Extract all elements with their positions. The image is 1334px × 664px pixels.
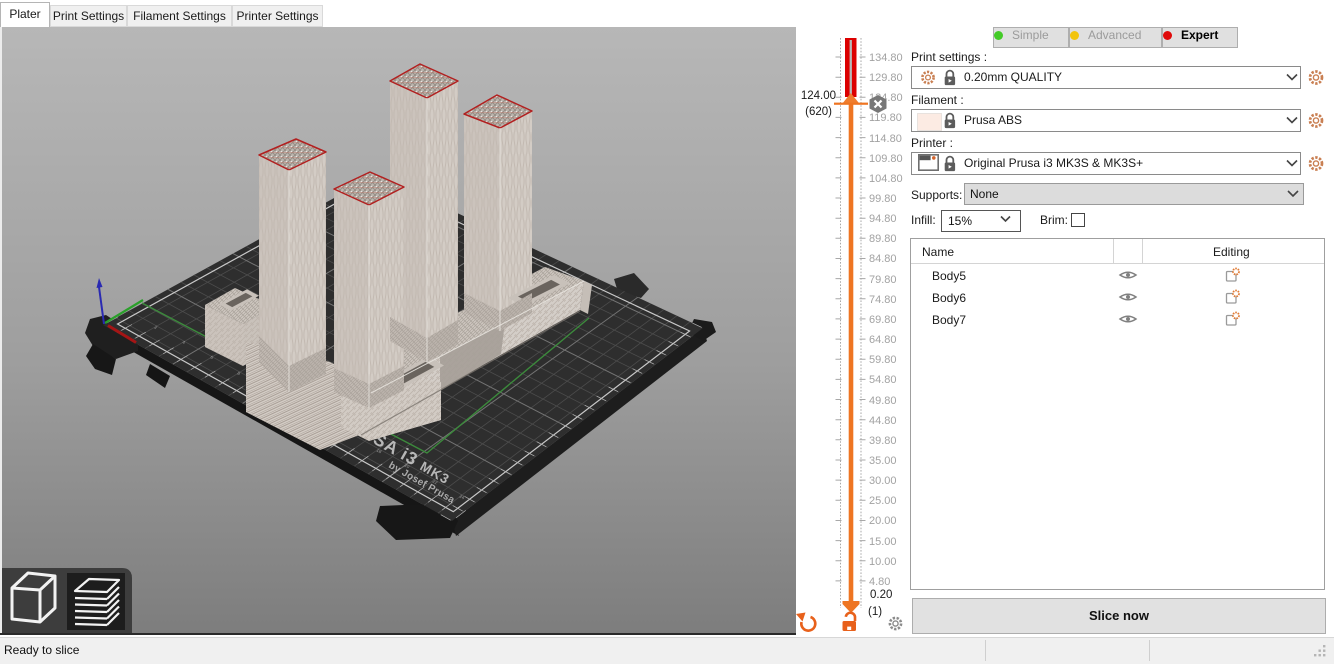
svg-text:Body5: Body5 bbox=[932, 269, 966, 283]
svg-text:Body7: Body7 bbox=[932, 313, 966, 327]
svg-text:Body6: Body6 bbox=[932, 291, 966, 305]
svg-text:Name: Name bbox=[922, 245, 954, 259]
svg-text:Editing: Editing bbox=[1213, 245, 1250, 259]
